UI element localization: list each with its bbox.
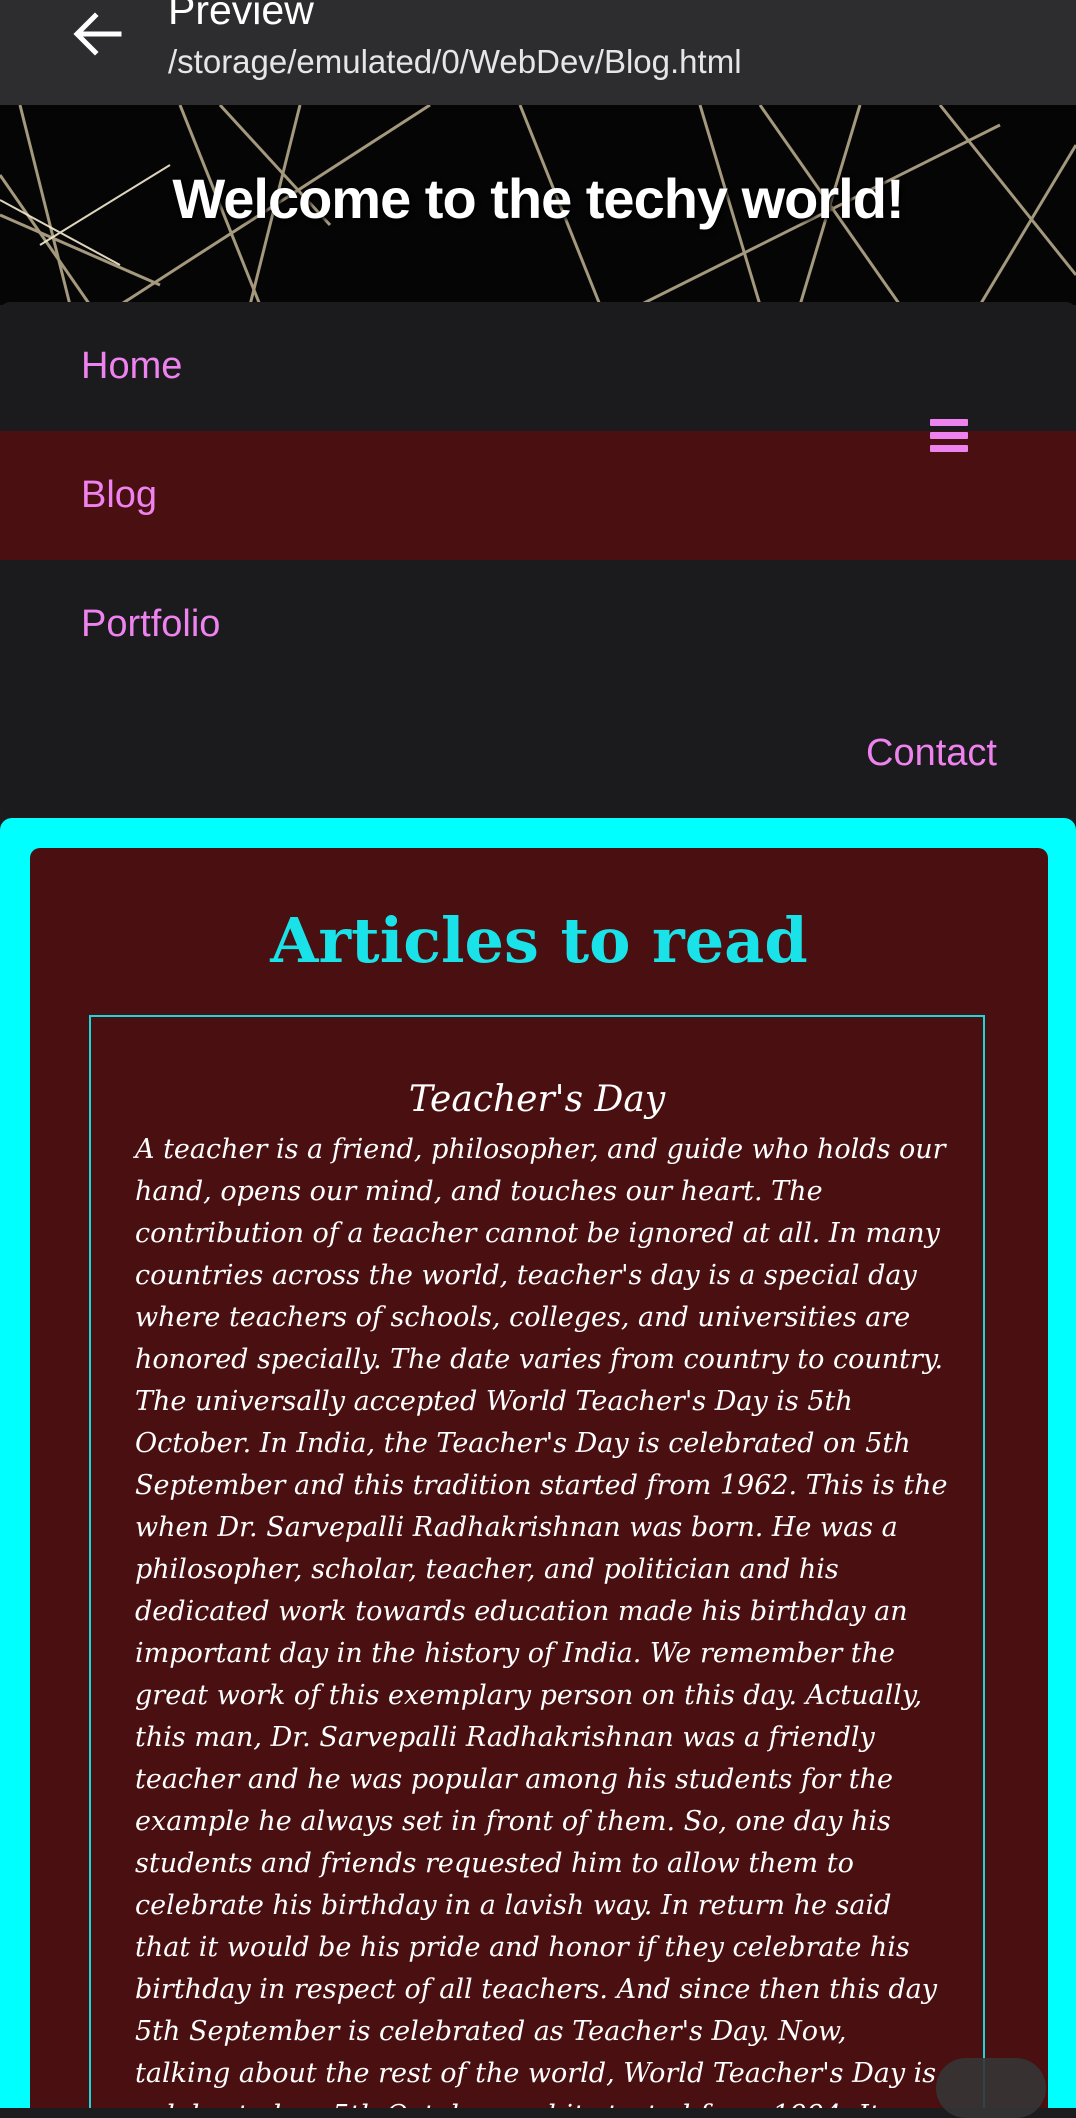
arrow-left-icon (73, 12, 122, 56)
article-box: Teacher's Day A teacher is a friend, phi… (89, 1015, 985, 2108)
nav-item-blog[interactable]: Blog (0, 431, 1076, 560)
section-title: Articles to read (270, 904, 808, 977)
nav-item-label: Contact (866, 732, 997, 774)
app-bar: Preview /storage/emulated/0/WebDev/Blog.… (0, 0, 1076, 105)
nav-item-label: Portfolio (81, 603, 221, 645)
articles-card: Articles to read Teacher's Day A teacher… (30, 848, 1048, 2108)
nav-menu: Home Blog Portfolio Contact (0, 302, 1076, 817)
hamburger-menu-icon[interactable] (930, 419, 968, 453)
app-bar-title: Preview (168, 0, 314, 33)
hero-title: Welcome to the techy world! (172, 167, 904, 230)
nav-item-label: Blog (81, 474, 158, 516)
file-path: /storage/emulated/0/WebDev/Blog.html (168, 43, 742, 80)
scroll-button[interactable] (936, 2058, 1046, 2118)
nav-item-portfolio[interactable]: Portfolio (0, 560, 1076, 689)
nav-item-label: Home (81, 345, 183, 387)
hero-banner: Welcome to the techy world! (0, 105, 1076, 305)
article-body: A teacher is a friend, philosopher, and … (135, 1134, 948, 2108)
nav-item-home[interactable]: Home (0, 302, 1076, 431)
nav-item-contact[interactable]: Contact (0, 689, 1076, 817)
article-title: Teacher's Day (408, 1079, 666, 1120)
back-button[interactable] (62, 2, 132, 66)
